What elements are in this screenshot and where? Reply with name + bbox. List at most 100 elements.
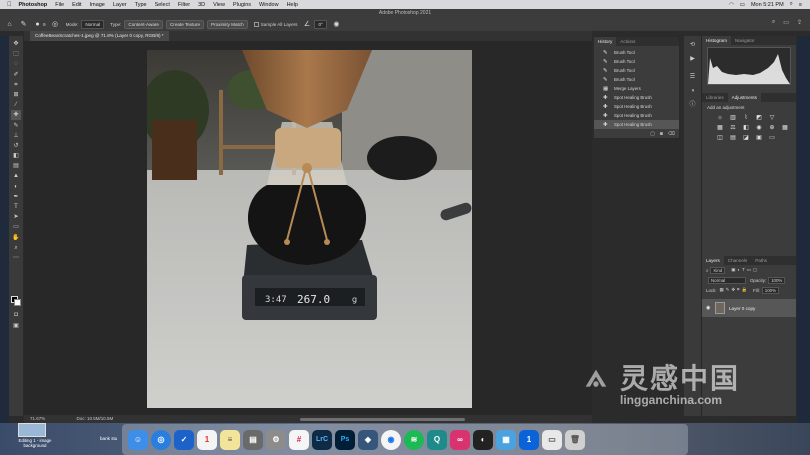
tab-channels[interactable]: Channels (724, 256, 751, 265)
crop-tool-icon[interactable]: ⌗ (11, 80, 21, 90)
finder-icon[interactable]: ☺ (128, 429, 148, 450)
document-photo[interactable]: 3:47 267.0 g (147, 50, 472, 408)
gradient-map-icon[interactable]: ▭ (768, 135, 776, 142)
properties-panel-icon[interactable]: ☰ (688, 72, 698, 82)
layer-name[interactable]: Layer 0 copy (729, 306, 755, 311)
exposure-icon[interactable]: ◩ (755, 115, 763, 122)
path-select-tool-icon[interactable]: ➤ (11, 212, 21, 222)
onepassword-icon[interactable]: 1 (519, 429, 539, 450)
frame-tool-icon[interactable]: ⊠ (11, 90, 21, 100)
invert-icon[interactable]: ◫ (716, 135, 724, 142)
calendar-icon[interactable]: 1 (197, 429, 217, 450)
history-item[interactable]: ▦ Merge Layers (594, 84, 679, 93)
marquee-tool-icon[interactable]: ⬚ (11, 49, 21, 59)
tab-navigator[interactable]: Navigator (731, 36, 759, 45)
eyedropper-tool-icon[interactable]: ⁄ (11, 100, 21, 110)
blend-mode-select[interactable]: Normal (708, 276, 746, 284)
actions-panel-icon[interactable]: ▶ (688, 54, 698, 64)
info-panel-icon[interactable]: ⓘ (688, 100, 698, 110)
kind-select[interactable]: Kind (710, 266, 726, 274)
pressure-icon[interactable]: ◎ (51, 20, 60, 29)
quick-mask-icon[interactable]: ◘ (11, 310, 21, 320)
share-icon[interactable]: ⇪ (797, 19, 802, 26)
search-icon[interactable]: ⌕ (772, 19, 775, 26)
menu-app-name[interactable]: Photoshop (19, 2, 48, 8)
eye-icon[interactable]: ◉ (706, 305, 712, 311)
photo-filter-icon[interactable]: ◉ (755, 125, 763, 132)
clone-stamp-tool-icon[interactable]: ⊥ (11, 131, 21, 141)
q-app-icon[interactable]: Q (427, 429, 447, 450)
menu-layer[interactable]: Layer (113, 2, 127, 8)
workspace-icon[interactable]: ▭ (783, 19, 789, 26)
hand-tool-icon[interactable]: ✋ (11, 233, 21, 243)
history-item[interactable]: ✚ Spot Healing Brush (594, 93, 679, 102)
proximity-match-button[interactable]: Proximity Match (207, 19, 248, 29)
menu-image[interactable]: Image (90, 2, 105, 8)
brush-tool-icon[interactable]: ✎ (11, 121, 21, 131)
color-lookup-icon[interactable]: ▦ (781, 125, 789, 132)
background-color-swatch[interactable] (14, 299, 21, 306)
tab-paths[interactable]: Paths (751, 256, 771, 265)
battery-icon[interactable]: ▭ (740, 2, 745, 8)
menu-window[interactable]: Window (259, 2, 279, 8)
eraser-tool-icon[interactable]: ◧ (11, 151, 21, 161)
pen-tool-icon[interactable]: ✒ (11, 192, 21, 202)
lock-icons[interactable]: ▦✎✥⌗🔒 (720, 287, 749, 293)
wifi-icon[interactable]: ◠ (729, 2, 734, 8)
threshold-icon[interactable]: ◪ (742, 135, 750, 142)
sample-all-layers-checkbox[interactable]: Sample All Layers (253, 21, 297, 27)
safari-icon[interactable]: ◎ (151, 429, 171, 450)
black-white-icon[interactable]: ◧ (742, 125, 750, 132)
menu-view[interactable]: View (213, 2, 225, 8)
filter-icons[interactable]: ▣◐T▭▢ (731, 267, 759, 273)
snapshot-icon[interactable]: ◙ (660, 131, 663, 137)
desktop-file-label-2[interactable]: bank stu (100, 436, 117, 441)
history-item[interactable]: ✎ Brush Tool (594, 48, 679, 57)
content-aware-button[interactable]: Content-Aware (124, 19, 163, 29)
pressure-size-icon[interactable]: ◉ (332, 20, 341, 29)
zoom-level[interactable]: 71.67% (30, 416, 45, 421)
blur-tool-icon[interactable]: ▲ (11, 171, 21, 181)
spotify-icon[interactable]: ≋ (404, 429, 424, 450)
fill-input[interactable]: 100% (761, 286, 780, 294)
spot-healing-tool-icon[interactable]: ✚ (11, 110, 21, 121)
dodge-tool-icon[interactable]: ◐ (11, 182, 21, 192)
history-brush-tool-icon[interactable]: ↺ (11, 141, 21, 151)
notes-icon[interactable]: ≡ (220, 429, 240, 450)
move-tool-icon[interactable]: ✥ (11, 39, 21, 49)
create-texture-button[interactable]: Create Texture (165, 19, 205, 29)
doc-size[interactable]: Doc: 10.5M/10.5M (77, 416, 114, 421)
menu-file[interactable]: File (55, 2, 64, 8)
spot-healing-icon[interactable]: ✎ (19, 20, 28, 29)
shape-tool-icon[interactable]: ▭ (11, 222, 21, 232)
apple-icon[interactable]:  (7, 2, 12, 8)
menu-help[interactable]: Help (287, 2, 298, 8)
tab-layers[interactable]: Layers (702, 256, 724, 265)
trash-icon[interactable]: ⌫ (668, 131, 675, 137)
menu-3d[interactable]: 3D (198, 2, 205, 8)
creative-cloud-icon[interactable]: ∞ (450, 429, 470, 450)
menu-type[interactable]: Type (135, 2, 147, 8)
tab-actions[interactable]: Actions (616, 37, 639, 46)
brush-size[interactable]: 9 (43, 22, 46, 27)
history-item[interactable]: ✎ Brush Tool (594, 75, 679, 84)
history-item[interactable]: ✚ Spot Healing Brush (594, 102, 679, 111)
menu-plugins[interactable]: Plugins (233, 2, 251, 8)
adjustments-panel-icon[interactable]: ◑ (688, 86, 698, 96)
menu-clock[interactable]: Mon 5:21 PM (751, 2, 784, 8)
gradient-tool-icon[interactable]: ▤ (11, 161, 21, 171)
type-tool-icon[interactable]: T (11, 202, 21, 212)
screen-app-icon[interactable]: ◐ (473, 429, 493, 450)
angle-input[interactable]: 0° (314, 19, 327, 29)
tab-adjustments[interactable]: Adjustments (727, 93, 761, 102)
screen-mode-icon[interactable]: ▣ (11, 321, 21, 331)
more-tools-icon[interactable]: ⋯ (11, 253, 21, 263)
history-item[interactable]: ✚ Spot Healing Brush (594, 111, 679, 120)
desktop-file-thumbnail[interactable] (18, 423, 46, 437)
color-balance-icon[interactable]: ⚖ (729, 125, 737, 132)
zoom-tool-icon[interactable]: ⌕ (11, 243, 21, 253)
curves-icon[interactable]: ⌇ (742, 115, 750, 122)
chrome-icon[interactable]: ◉ (381, 429, 401, 450)
files-icon[interactable]: ▤ (243, 429, 263, 450)
app-icon[interactable]: ◆ (358, 429, 378, 450)
